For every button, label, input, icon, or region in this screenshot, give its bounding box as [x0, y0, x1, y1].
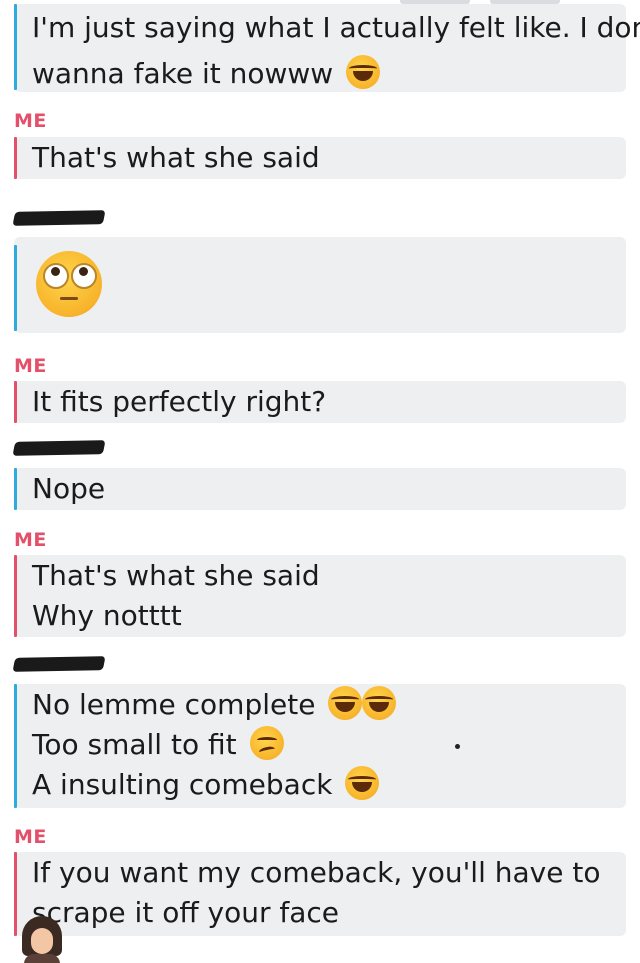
message-bubble[interactable]: If you want my comeback, you'll have to …: [14, 852, 626, 936]
face-with-rolling-eyes-icon: [36, 251, 102, 317]
stray-dot: [455, 744, 460, 749]
message-bubble[interactable]: That's what she said: [14, 137, 626, 179]
smirking-face-icon: [249, 726, 284, 760]
face-with-tears-of-joy-icon: [346, 55, 381, 89]
friend-indicator-bar: [14, 468, 17, 510]
redacted-sender-name: [12, 210, 106, 226]
redacted-sender-name: [12, 440, 106, 456]
message-text: scrape it off your face: [32, 896, 340, 929]
message-bubble[interactable]: I'm just saying what I actually felt lik…: [14, 4, 640, 94]
message-bubble[interactable]: [14, 237, 626, 333]
redacted-sender-name: [12, 656, 106, 672]
sender-label-me: ME: [14, 529, 47, 551]
message-text-line: Too small to fit: [32, 725, 284, 765]
message-text: Why notttt: [32, 599, 182, 632]
message-bubble[interactable]: Nope: [14, 468, 626, 510]
message-bubble[interactable]: That's what she said Why notttt: [14, 555, 626, 637]
message-bubble[interactable]: It fits perfectly right?: [14, 381, 626, 423]
message-text: That's what she said: [32, 141, 320, 174]
friend-indicator-bar: [14, 245, 17, 331]
message-text: Nope: [32, 472, 106, 505]
friend-indicator-bar: [14, 4, 17, 90]
message-text: I'm just saying what I actually felt lik…: [32, 11, 640, 44]
me-indicator-bar: [14, 381, 17, 423]
message-text-line: wanna fake it nowww: [32, 54, 381, 94]
message-text: That's what she said: [32, 559, 320, 592]
message-text-line: A insulting comeback: [32, 765, 380, 805]
me-indicator-bar: [14, 137, 17, 179]
friend-indicator-bar: [14, 684, 17, 808]
chat-conversation: I'm just saying what I actually felt lik…: [0, 0, 640, 963]
message-text-line: No lemme complete: [32, 685, 397, 725]
message-text: It fits perfectly right?: [32, 385, 327, 418]
bitmoji-avatar[interactable]: [16, 916, 68, 963]
face-with-tears-of-joy-icon: [345, 766, 380, 800]
me-indicator-bar: [14, 555, 17, 637]
face-with-tears-of-joy-icon: [328, 686, 363, 720]
sender-label-me: ME: [14, 110, 47, 132]
message-bubble[interactable]: No lemme complete Too small to fit A ins…: [14, 684, 626, 808]
sender-label-me: ME: [14, 826, 47, 848]
face-with-tears-of-joy-icon: [362, 686, 397, 720]
message-text: If you want my comeback, you'll have to: [32, 856, 601, 889]
sender-label-me: ME: [14, 355, 47, 377]
